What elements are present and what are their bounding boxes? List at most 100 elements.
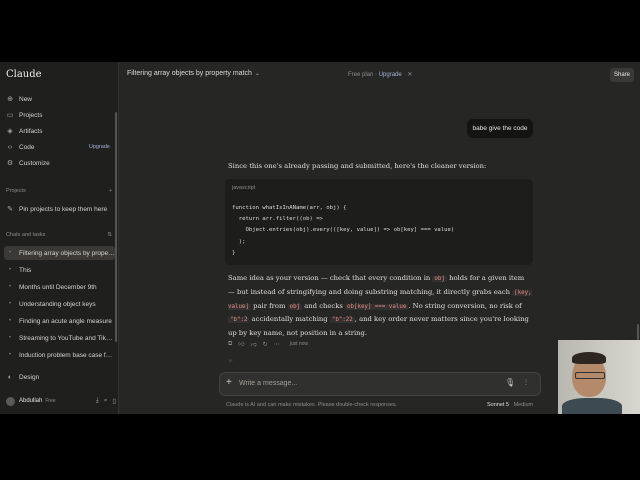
folder-icon: ▭ bbox=[6, 112, 14, 119]
sidebar-item-customize[interactable]: ⚙ Customize bbox=[4, 156, 114, 170]
code-upgrade-badge[interactable]: Upgrade bbox=[89, 144, 110, 150]
plus-icon: ⊕ bbox=[7, 96, 13, 103]
sidebar-item-label: Code bbox=[19, 143, 35, 151]
microphone-icon[interactable]: 🎙︎ bbox=[505, 378, 515, 387]
chat-item-label: This bbox=[19, 266, 32, 274]
model-selector[interactable]: Sonnet 5 Medium bbox=[487, 402, 533, 408]
chat-item[interactable]: • Finding an acute angle measure bbox=[4, 314, 115, 328]
upgrade-link[interactable]: Upgrade bbox=[379, 72, 402, 78]
main-scrollbar[interactable] bbox=[637, 324, 639, 340]
chat-item-label: Induction problem base case form bbox=[19, 351, 115, 359]
explanation-text: accidentally matching bbox=[251, 315, 328, 324]
webcam-person-body bbox=[562, 398, 622, 414]
add-project-icon[interactable]: + bbox=[109, 188, 112, 194]
user-tools: ⤓ ⌕ ▯ bbox=[96, 397, 116, 405]
message-input[interactable]: Write a message... bbox=[239, 380, 297, 387]
code-content: function whatIsInAName(arr, obj) { retur… bbox=[232, 203, 454, 259]
chat-item-label: Finding an acute angle measure bbox=[19, 317, 112, 325]
chat-dot-icon: • bbox=[8, 250, 12, 256]
message-actions: ⧉ 👍︎ 👎︎ ↻ ⋯ just now bbox=[228, 340, 309, 349]
sidebar-item-label: New bbox=[19, 95, 33, 103]
model-mode: Medium bbox=[513, 402, 534, 408]
code-line: Object.entries(obj).every(([key, value])… bbox=[232, 227, 455, 234]
brand-logo[interactable]: Claude bbox=[6, 69, 42, 80]
explanation-text: pair from bbox=[253, 301, 286, 310]
assistant-explanation: Same idea as your version — check that e… bbox=[228, 272, 533, 340]
chats-filter-icon[interactable]: ⇅ bbox=[107, 232, 112, 238]
chat-item-label: Filtering array objects by property bbox=[19, 249, 115, 257]
user-message-bubble: babe give the code bbox=[467, 119, 533, 138]
explanation-text: Same idea as your version — check that e… bbox=[228, 274, 431, 282]
download-icon[interactable]: ⤓ bbox=[96, 397, 99, 405]
retry-icon[interactable]: ↻ bbox=[263, 341, 268, 348]
sidebar-item-artifacts[interactable]: ◈ Artifacts bbox=[4, 124, 114, 138]
code-icon: ‹› bbox=[7, 143, 13, 151]
share-button[interactable]: Share bbox=[610, 68, 634, 82]
user-plan: Free bbox=[45, 398, 56, 404]
chat-item[interactable]: • Induction problem base case form bbox=[4, 348, 115, 362]
sidebar-item-design[interactable]: ◐ Design bbox=[4, 370, 114, 384]
projects-section-header: Projects + bbox=[6, 188, 112, 194]
chat-item-label: Streaming to YouTube and TikTok s bbox=[19, 334, 115, 342]
customize-icon: ⚙ bbox=[6, 160, 14, 167]
user-profile[interactable]: Abdullah Free ⤓ ⌕ ▯ bbox=[4, 394, 116, 408]
chat-dot-icon: • bbox=[8, 284, 12, 290]
sidebar-item-label: Artifacts bbox=[19, 127, 43, 135]
search-icon[interactable]: ⌕ bbox=[104, 397, 108, 405]
conversation-title[interactable]: Filtering array objects by property matc… bbox=[127, 70, 260, 77]
inline-code: "b":22 bbox=[329, 317, 355, 324]
top-bar: Filtering array objects by property matc… bbox=[119, 62, 640, 88]
artifacts-icon: ◈ bbox=[7, 128, 13, 135]
sidebar-item-label: Customize bbox=[19, 159, 50, 167]
avatar bbox=[6, 396, 15, 406]
chat-item[interactable]: • This bbox=[4, 263, 115, 277]
chat-item[interactable]: • Months until December 9th bbox=[4, 280, 115, 294]
sidebar: Claude ⊕ New ▭ Projects ◈ Artifacts ‹› C… bbox=[0, 62, 119, 414]
add-attachment-icon[interactable]: + bbox=[226, 377, 232, 388]
thumbs-up-icon[interactable]: 👍︎ bbox=[238, 340, 244, 348]
explanation-text: and checks bbox=[304, 301, 343, 310]
assistant-intro-text: Since this one's already passing and sub… bbox=[228, 162, 487, 170]
chats-section-header: Chats and tasks ⇅ bbox=[6, 232, 112, 238]
copy-icon[interactable]: ⧉ bbox=[228, 341, 232, 348]
chat-item-label: Months until December 9th bbox=[19, 283, 97, 291]
code-block: javascript function whatIsInAName(arr, o… bbox=[225, 179, 533, 265]
inline-code: "b":2 bbox=[228, 317, 250, 324]
voice-mode-icon[interactable]: ⫶ bbox=[525, 378, 527, 388]
message-composer[interactable]: + Write a message... 🎙︎ ⫶ bbox=[219, 372, 541, 396]
webcam-person-hair bbox=[572, 352, 606, 364]
pin-projects-hint: ✎ Pin projects to keep them here bbox=[4, 202, 114, 216]
chevron-down-icon: ⌄ bbox=[254, 71, 260, 77]
thumbs-down-icon[interactable]: 👎︎ bbox=[251, 340, 257, 348]
chat-dot-icon: • bbox=[8, 318, 12, 324]
chat-dot-icon: • bbox=[8, 267, 12, 273]
inline-code: obj bbox=[287, 303, 303, 310]
chat-item-active[interactable]: • Filtering array objects by property bbox=[4, 246, 115, 260]
code-line: ); bbox=[232, 238, 246, 245]
message-timestamp: just now bbox=[289, 341, 309, 347]
user-name: Abdullah bbox=[19, 398, 43, 404]
chat-item[interactable]: • Streaming to YouTube and TikTok s bbox=[4, 331, 115, 345]
more-icon[interactable]: ⋯ bbox=[274, 341, 280, 348]
model-name: Sonnet 5 bbox=[487, 402, 510, 408]
chat-dot-icon: • bbox=[8, 335, 12, 341]
sidebar-item-projects[interactable]: ▭ Projects bbox=[4, 108, 114, 122]
close-icon[interactable]: ✕ bbox=[407, 72, 412, 78]
pin-icon: ✎ bbox=[7, 206, 13, 213]
inline-code: ob[key] === value bbox=[344, 303, 409, 310]
sidebar-item-code[interactable]: ‹› Code Upgrade bbox=[4, 140, 114, 154]
free-plan-label: Free plan bbox=[348, 72, 374, 78]
sidebar-toggle-icon[interactable]: ▯ bbox=[112, 397, 116, 405]
chats-header-label: Chats and tasks bbox=[6, 232, 46, 238]
sidebar-item-label: Projects bbox=[19, 111, 43, 119]
letterbox-bottom bbox=[0, 414, 640, 480]
webcam-overlay bbox=[558, 340, 640, 414]
chat-dot-icon: • bbox=[8, 352, 12, 358]
sidebar-scrollbar[interactable] bbox=[115, 112, 117, 342]
design-icon: ◐ bbox=[7, 373, 13, 381]
chat-item[interactable]: • Understanding object keys bbox=[4, 297, 115, 311]
thinking-indicator-icon: ✳ bbox=[228, 359, 234, 365]
code-line: return arr.filter((ob) => bbox=[232, 216, 323, 223]
projects-header-label: Projects bbox=[6, 188, 26, 194]
sidebar-item-new[interactable]: ⊕ New bbox=[4, 92, 114, 106]
